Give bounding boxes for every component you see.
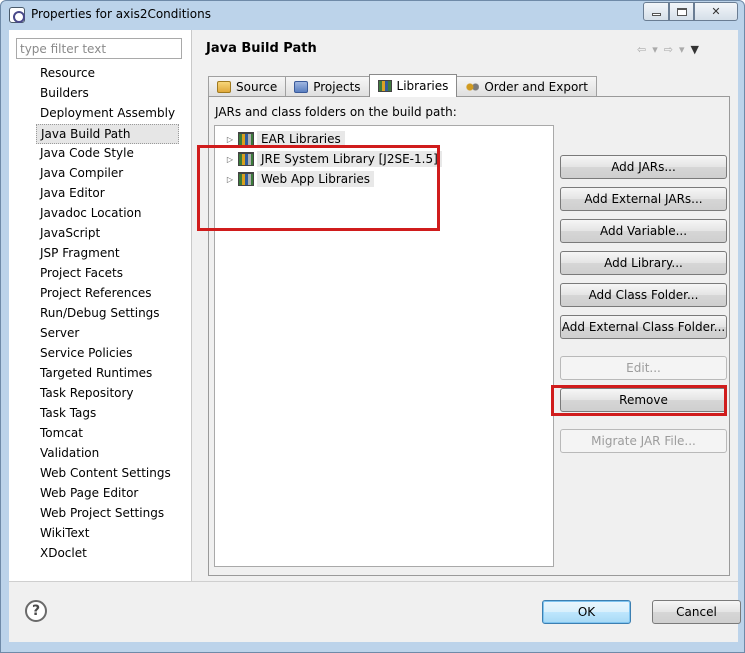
add-variable-button[interactable]: Add Variable... [560,219,727,243]
add-library-button[interactable]: Add Library... [560,251,727,275]
library-item-ear[interactable]: ▷ EAR Libraries [225,130,345,148]
category-item-java-build-path[interactable]: Java Build Path [36,124,180,144]
expand-arrow-icon[interactable]: ▷ [225,175,235,184]
category-item-wikitext[interactable]: WikiText [36,524,179,544]
category-item-web-content-settings[interactable]: Web Content Settings [36,464,179,484]
category-panel: ResourceBuildersDeployment AssemblyJava … [9,30,192,581]
library-label: JRE System Library [J2SE-1.5] [257,151,442,167]
category-item-web-page-editor[interactable]: Web Page Editor [36,484,179,504]
window-title: Properties for axis2Conditions [31,7,211,21]
edit-button[interactable]: Edit... [560,356,727,380]
tab-label: Projects [313,80,361,94]
category-item-javascript[interactable]: JavaScript [36,224,179,244]
category-item-java-editor[interactable]: Java Editor [36,184,179,204]
properties-dialog: Properties for axis2Conditions ✕ Resourc… [0,0,745,653]
back-arrow-icon[interactable]: ⇦ [637,43,646,56]
projects-icon [294,81,309,93]
category-item-task-repository[interactable]: Task Repository [36,384,179,404]
tab-label: Source [236,80,278,94]
order-export-icon [465,81,480,93]
title-bar[interactable]: Properties for axis2Conditions ✕ [1,1,744,29]
maximize-icon [676,7,687,16]
remove-button[interactable]: Remove [560,388,727,412]
tab-order-and-export[interactable]: Order and Export [456,76,597,97]
category-item-resource[interactable]: Resource [36,64,179,84]
minimize-button[interactable] [643,2,669,21]
filter-input[interactable] [16,38,182,59]
eclipse-app-icon [9,7,25,23]
dialog-footer: ? OK Cancel [9,581,741,642]
dialog-client-area: ResourceBuildersDeployment AssemblyJava … [9,30,741,642]
category-item-deployment-assembly[interactable]: Deployment Assembly [36,104,179,124]
category-item-task-tags[interactable]: Task Tags [36,404,179,424]
page-title: Java Build Path [206,41,317,56]
category-item-project-references[interactable]: Project References [36,284,179,304]
category-item-targeted-runtimes[interactable]: Targeted Runtimes [36,364,179,384]
category-item-xdoclet[interactable]: XDoclet [36,544,179,564]
library-item-jre[interactable]: ▷ JRE System Library [J2SE-1.5] [225,150,442,168]
tab-projects[interactable]: Projects [285,76,370,97]
forward-arrow-icon[interactable]: ⇨ [664,43,673,56]
tab-label: Libraries [396,79,449,93]
tab-bar: Source Projects Libraries Order and Expo… [208,74,597,97]
tab-label: Order and Export [484,80,588,94]
category-item-builders[interactable]: Builders [36,84,179,104]
build-path-label: JARs and class folders on the build path… [215,105,457,119]
libraries-icon [377,80,392,92]
library-tree[interactable]: ▷ EAR Libraries ▷ JRE System Library [J2… [214,125,554,567]
help-icon[interactable]: ? [25,600,47,622]
category-item-run-debug-settings[interactable]: Run/Debug Settings [36,304,179,324]
close-button[interactable]: ✕ [694,2,738,21]
category-item-project-facets[interactable]: Project Facets [36,264,179,284]
category-item-jsp-fragment[interactable]: JSP Fragment [36,244,179,264]
add-class-folder-button[interactable]: Add Class Folder... [560,283,727,307]
library-label: EAR Libraries [257,131,345,147]
source-folder-icon [217,81,231,93]
maximize-button[interactable] [669,2,694,21]
view-menu-icon[interactable]: ▼ [691,43,699,56]
library-icon [238,152,254,166]
category-item-javadoc-location[interactable]: Javadoc Location [36,204,179,224]
category-item-service-policies[interactable]: Service Policies [36,344,179,364]
ok-button[interactable]: OK [542,600,631,624]
library-item-web-app[interactable]: ▷ Web App Libraries [225,170,375,188]
tab-libraries[interactable]: Libraries [368,74,458,97]
minimize-icon [651,13,661,16]
category-item-web-project-settings[interactable]: Web Project Settings [36,504,179,524]
back-menu-chevron-icon[interactable]: ▾ [652,43,658,56]
libraries-tab-panel: JARs and class folders on the build path… [197,96,730,576]
property-page: Java Build Path ⇦ ▾ ⇨ ▾ ▼ Source Project… [193,30,738,581]
migrate-jar-button[interactable]: Migrate JAR File... [560,429,727,453]
library-icon [238,132,254,146]
tab-source[interactable]: Source [208,76,287,97]
category-item-java-code-style[interactable]: Java Code Style [36,144,179,164]
add-external-class-folder-button[interactable]: Add External Class Folder... [560,315,727,339]
cancel-button[interactable]: Cancel [652,600,741,624]
category-item-validation[interactable]: Validation [36,444,179,464]
category-item-tomcat[interactable]: Tomcat [36,424,179,444]
add-external-jars-button[interactable]: Add External JARs... [560,187,727,211]
close-icon: ✕ [711,5,721,18]
history-navigation: ⇦ ▾ ⇨ ▾ ▼ [637,43,699,56]
library-label: Web App Libraries [257,171,375,187]
category-tree: Resource Builders Deployment Assembly Java … [36,64,180,564]
category-item-server[interactable]: Server [36,324,179,344]
expand-arrow-icon[interactable]: ▷ [225,155,235,164]
library-icon [238,172,254,186]
forward-menu-chevron-icon[interactable]: ▾ [679,43,685,56]
category-item-java-compiler[interactable]: Java Compiler [36,164,179,184]
expand-arrow-icon[interactable]: ▷ [225,135,235,144]
add-jars-button[interactable]: Add JARs... [560,155,727,179]
